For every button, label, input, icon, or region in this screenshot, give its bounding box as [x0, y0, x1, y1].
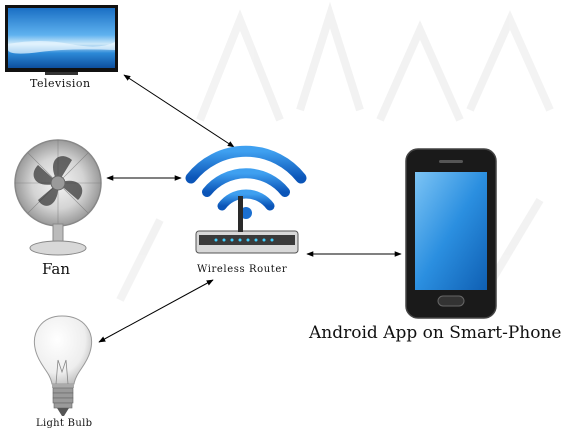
- arrow-bulb-router: [98, 279, 214, 343]
- smartphone-label: Android App on Smart-Phone: [309, 323, 562, 343]
- fan-icon: [14, 139, 102, 256]
- smartphone-icon: [405, 148, 497, 319]
- television-label: Television: [30, 77, 91, 90]
- wireless-router-label: Wireless Router: [197, 264, 288, 275]
- connection-arrows: [98, 74, 402, 343]
- television-icon: [5, 5, 118, 75]
- light-bulb-icon: [34, 315, 92, 416]
- light-bulb-label: Light Bulb: [36, 418, 93, 429]
- wireless-router-icon: [185, 145, 307, 254]
- fan-label: Fan: [42, 260, 70, 278]
- diagram-canvas: Television Fan Wireless Router Android A…: [0, 0, 582, 430]
- diagram-graphics: [5, 1, 554, 416]
